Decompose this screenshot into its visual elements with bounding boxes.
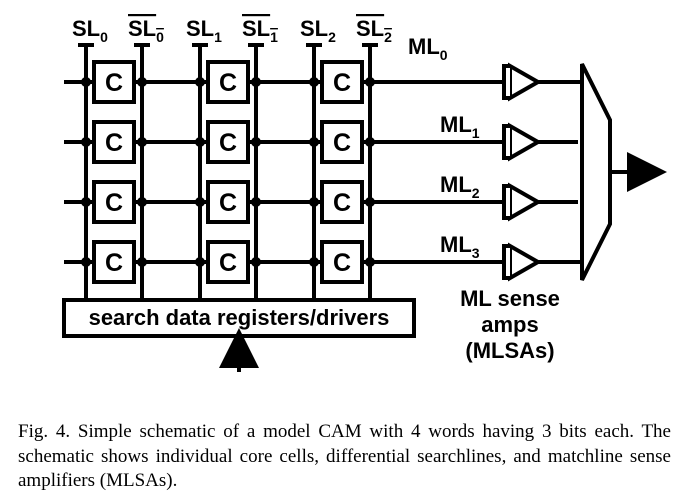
ml-labels: ML0 ML1 ML2 ML3 [408, 34, 480, 261]
svg-text:SL0: SL0 [72, 16, 108, 45]
matchlines [64, 82, 505, 262]
amp-to-mux-wires [538, 82, 584, 262]
svg-text:SL1: SL1 [186, 16, 222, 45]
figure-caption: Fig. 4. Simple schematic of a model CAM … [18, 420, 671, 494]
connection-dots [81, 77, 375, 267]
svg-text:amps: amps [481, 312, 538, 337]
svg-text:ML0: ML0 [408, 34, 448, 63]
svg-text:SL1: SL1 [242, 16, 278, 45]
svg-text:SL0: SL0 [128, 16, 164, 45]
search-drivers-label: search data registers/drivers [89, 305, 390, 330]
cell-array [94, 62, 362, 282]
svg-text:SL2: SL2 [300, 16, 336, 45]
svg-text:SL2: SL2 [356, 16, 392, 45]
svg-text:ML sense: ML sense [460, 286, 560, 311]
mlsa-amps [504, 66, 538, 278]
svg-text:ML3: ML3 [440, 232, 480, 261]
svg-text:ML2: ML2 [440, 172, 480, 201]
svg-text:ML1: ML1 [440, 112, 480, 141]
mlsa-label: ML sense amps (MLSAs) [460, 286, 560, 363]
encoder-mux [582, 64, 610, 280]
svg-text:(MLSAs): (MLSAs) [465, 338, 554, 363]
sl-labels: SL0 SL0 SL1 SL1 SL2 SL2 [72, 16, 392, 45]
